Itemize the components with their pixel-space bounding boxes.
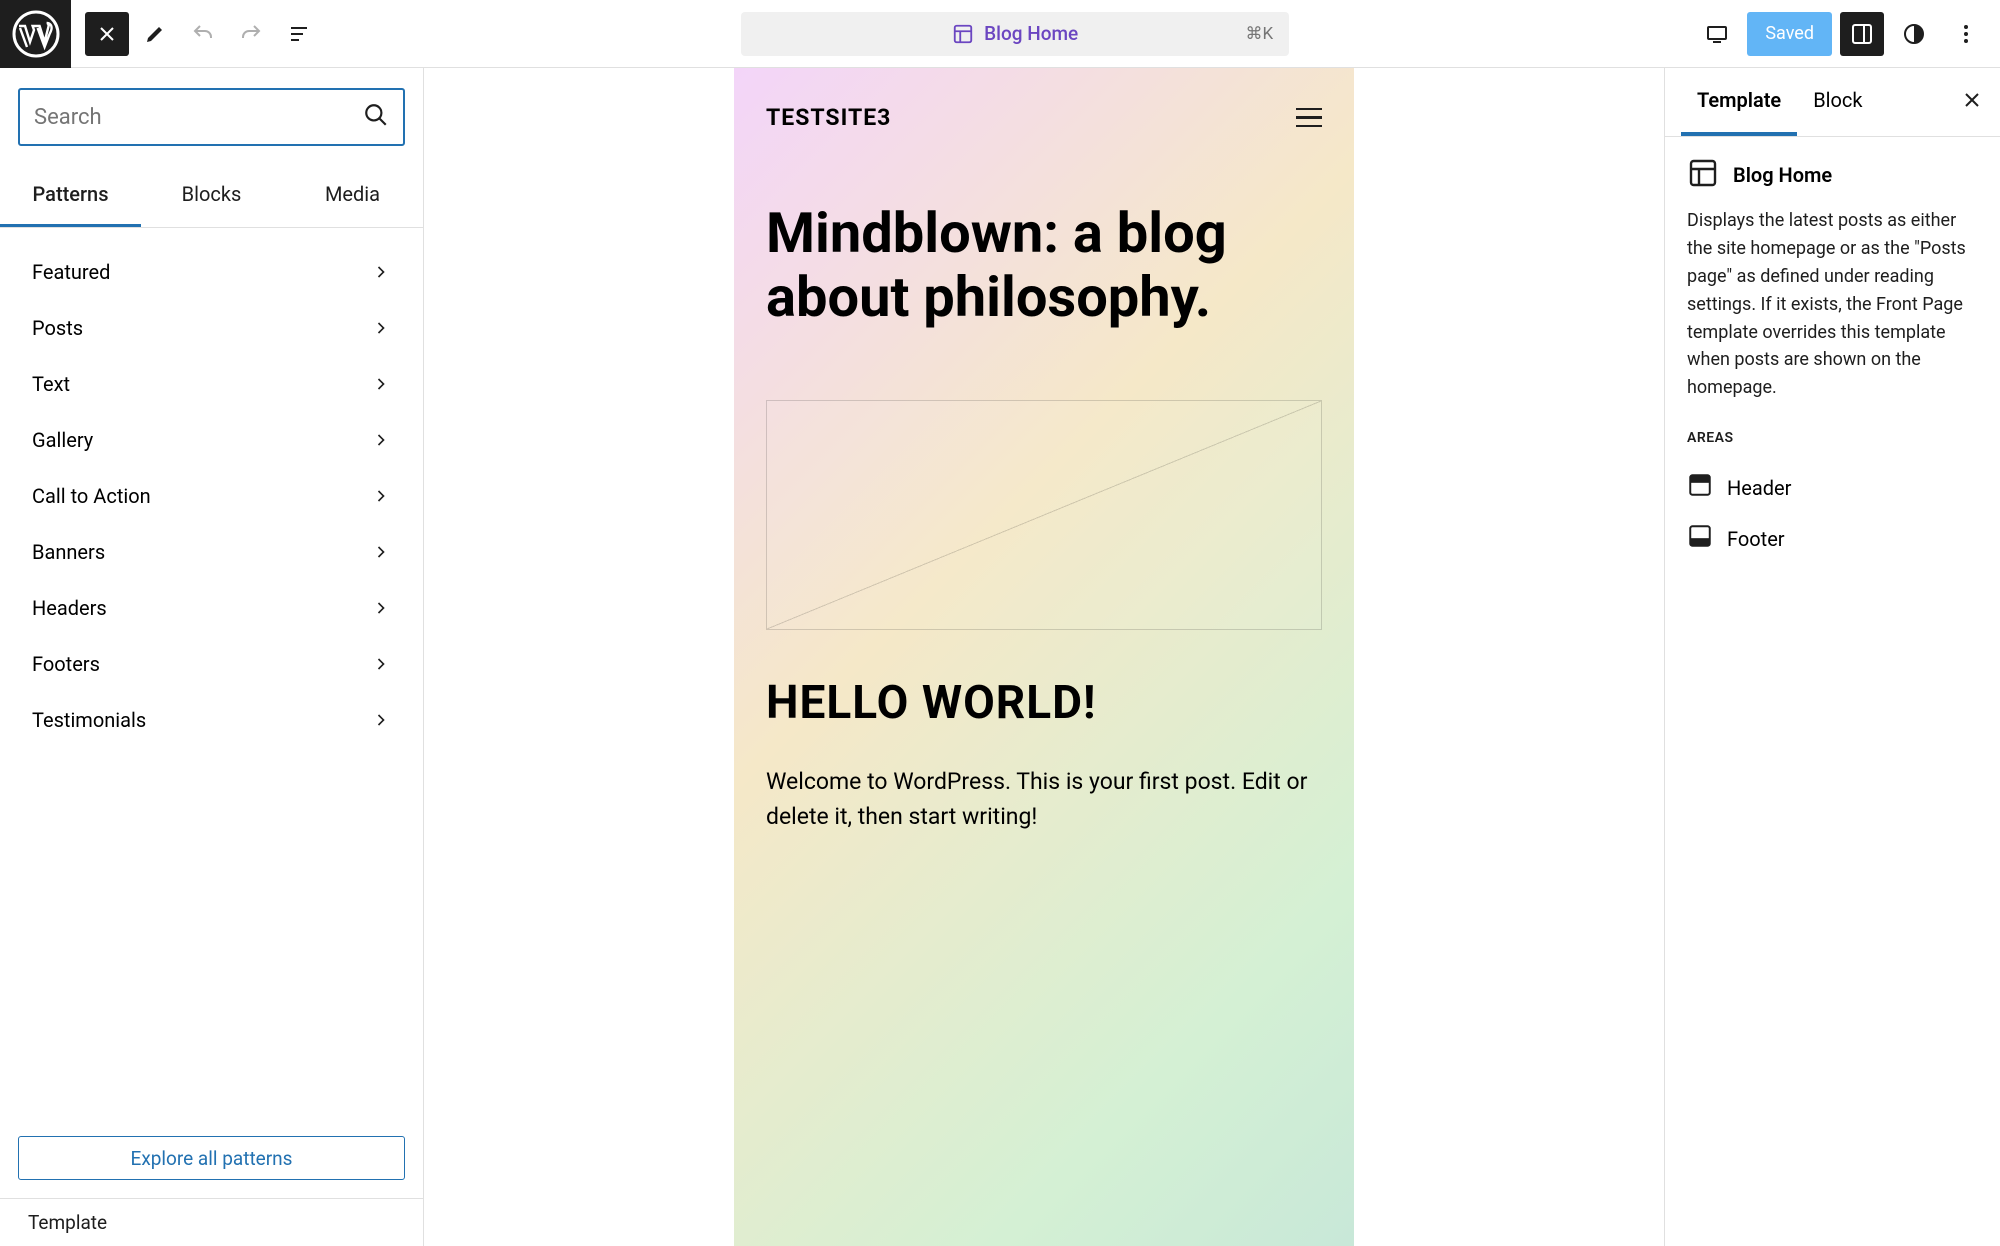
tab-patterns[interactable]: Patterns: [0, 164, 141, 227]
command-bar-shortcut: ⌘K: [1246, 24, 1274, 44]
post-title[interactable]: HELLO WORLD!: [766, 676, 1322, 730]
top-toolbar: Blog Home ⌘K Saved: [0, 0, 2000, 68]
nav-menu-icon[interactable]: [1296, 108, 1322, 128]
featured-image-placeholder[interactable]: [766, 400, 1322, 630]
tab-template[interactable]: Template: [1681, 68, 1797, 136]
document-overview-button[interactable]: [277, 12, 321, 56]
template-description: Displays the latest posts as either the …: [1687, 207, 1978, 402]
command-bar[interactable]: Blog Home ⌘K: [741, 12, 1289, 56]
settings-panel: Template Block Blog Home Displays the la…: [1664, 68, 2000, 1246]
chevron-right-icon: [371, 710, 391, 730]
chevron-right-icon: [371, 430, 391, 450]
breadcrumb[interactable]: Template: [0, 1198, 423, 1246]
redo-button[interactable]: [229, 12, 273, 56]
chevron-right-icon: [371, 486, 391, 506]
close-inserter-button[interactable]: [85, 12, 129, 56]
command-bar-title: Blog Home: [984, 22, 1078, 45]
area-footer[interactable]: Footer: [1687, 513, 1978, 564]
options-menu-button[interactable]: [1944, 12, 1988, 56]
tab-blocks[interactable]: Blocks: [141, 164, 282, 227]
category-posts[interactable]: Posts: [0, 300, 423, 356]
pattern-categories: Featured Posts Text Gallery Call to Acti…: [0, 228, 423, 1118]
chevron-right-icon: [371, 654, 391, 674]
category-featured[interactable]: Featured: [0, 244, 423, 300]
close-settings-button[interactable]: [1960, 88, 1984, 116]
search-input-wrap: [18, 88, 405, 146]
category-footers[interactable]: Footers: [0, 636, 423, 692]
chevron-right-icon: [371, 542, 391, 562]
chevron-right-icon: [371, 598, 391, 618]
edit-tool-button[interactable]: [133, 12, 177, 56]
category-text[interactable]: Text: [0, 356, 423, 412]
template-name: Blog Home: [1733, 163, 1832, 187]
tab-block[interactable]: Block: [1797, 68, 1878, 136]
search-icon: [363, 102, 389, 132]
chevron-right-icon: [371, 318, 391, 338]
hero-heading[interactable]: Mindblown: a blog about philosophy.: [766, 201, 1322, 330]
editor-canvas[interactable]: TESTSITE3 Mindblown: a blog about philos…: [424, 68, 1664, 1246]
areas-heading: AREAS: [1687, 430, 1978, 446]
site-title[interactable]: TESTSITE3: [766, 104, 891, 131]
tab-media[interactable]: Media: [282, 164, 423, 227]
post-excerpt[interactable]: Welcome to WordPress. This is your first…: [766, 764, 1322, 835]
category-cta[interactable]: Call to Action: [0, 468, 423, 524]
inserter-tabs: Patterns Blocks Media: [0, 164, 423, 228]
chevron-right-icon: [371, 262, 391, 282]
category-testimonials[interactable]: Testimonials: [0, 692, 423, 748]
view-button[interactable]: [1695, 12, 1739, 56]
category-banners[interactable]: Banners: [0, 524, 423, 580]
saved-button[interactable]: Saved: [1747, 12, 1832, 56]
undo-button[interactable]: [181, 12, 225, 56]
styles-button[interactable]: [1892, 12, 1936, 56]
explore-patterns-button[interactable]: Explore all patterns: [18, 1136, 405, 1180]
footer-area-icon: [1687, 523, 1713, 554]
category-headers[interactable]: Headers: [0, 580, 423, 636]
wordpress-logo[interactable]: [0, 0, 71, 68]
header-area-icon: [1687, 472, 1713, 503]
category-gallery[interactable]: Gallery: [0, 412, 423, 468]
inserter-panel: Patterns Blocks Media Featured Posts Tex…: [0, 68, 424, 1246]
search-input[interactable]: [34, 105, 363, 130]
settings-toggle-button[interactable]: [1840, 12, 1884, 56]
chevron-right-icon: [371, 374, 391, 394]
template-icon: [1687, 157, 1719, 193]
area-header[interactable]: Header: [1687, 462, 1978, 513]
